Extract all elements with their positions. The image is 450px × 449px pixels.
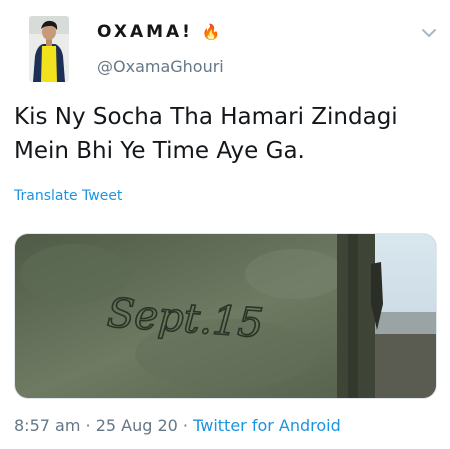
tweet-meta: 8:57 am · 25 Aug 20 · Twitter for Androi… xyxy=(14,416,341,435)
display-name-text: OXAMA! xyxy=(97,22,193,42)
translate-tweet-link[interactable]: Translate Tweet xyxy=(14,188,122,204)
fire-emoji: 🔥 xyxy=(201,23,221,41)
meta-separator: · xyxy=(182,416,189,435)
meta-separator: · xyxy=(85,416,91,435)
chevron-down-icon[interactable] xyxy=(420,26,438,40)
avatar[interactable] xyxy=(29,16,69,82)
tweet-date[interactable]: 25 Aug 20 xyxy=(96,416,178,435)
tweet-body: Kis Ny Socha Tha Hamari Zindagi Mein Bhi… xyxy=(14,100,434,168)
tweet-line: Mein Bhi Ye Time Aye Ga. xyxy=(14,138,305,164)
author-handle[interactable]: @OxamaGhouri xyxy=(97,57,224,76)
tweet-line: Kis Ny Socha Tha Hamari Zindagi xyxy=(14,104,398,130)
author-display-name[interactable]: OXAMA! 🔥 xyxy=(97,22,221,42)
tweet-time[interactable]: 8:57 am xyxy=(14,416,80,435)
tweet-media-image[interactable]: Sept.15 xyxy=(14,233,437,399)
tweet-source-link[interactable]: Twitter for Android xyxy=(193,416,341,435)
